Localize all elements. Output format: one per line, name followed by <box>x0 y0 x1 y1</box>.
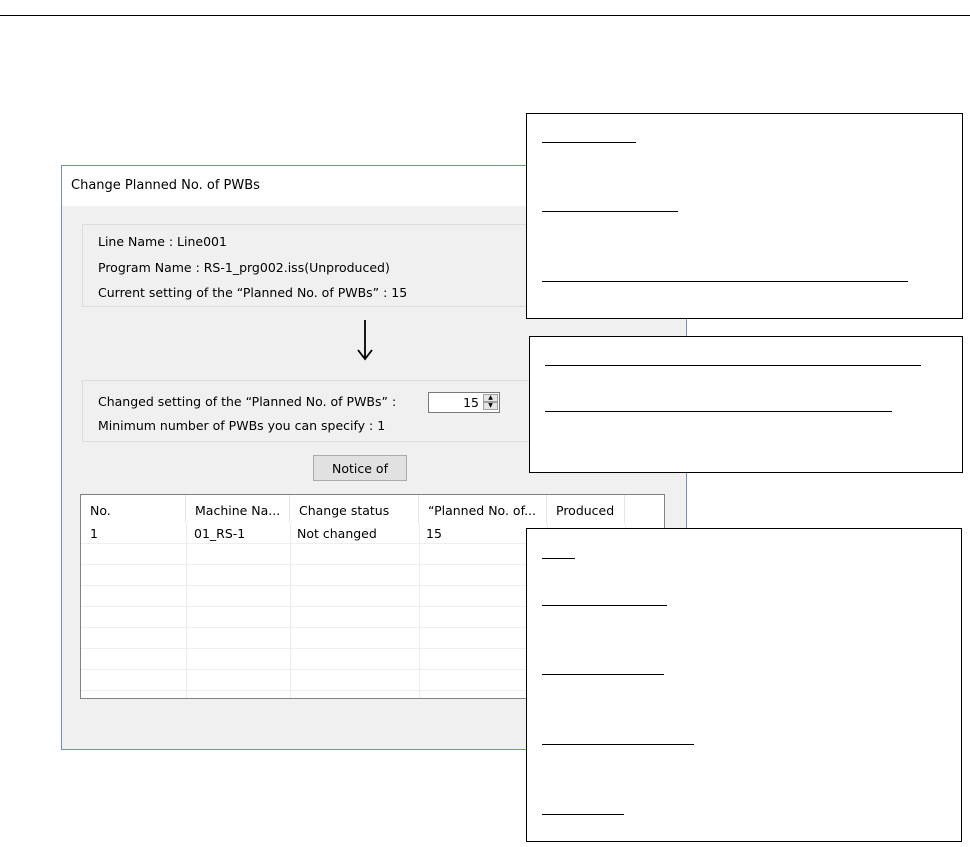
line-name-label: Line Name : Line001 <box>98 234 227 249</box>
callout-underline <box>542 605 667 606</box>
callout-underline <box>542 674 664 675</box>
column-header-produced[interactable]: Produced <box>547 495 625 523</box>
callout-underline <box>545 365 921 366</box>
callout-underline <box>542 142 636 143</box>
spin-down-icon[interactable]: ▼ <box>483 402 498 410</box>
changed-setting-label: Changed setting of the “Planned No. of P… <box>98 394 397 409</box>
dialog-title: Change Planned No. of PWBs <box>71 178 260 193</box>
column-header-change-status[interactable]: Change status <box>290 495 419 523</box>
cell-planned-no: 15 <box>426 526 442 541</box>
callout-box-change <box>529 336 963 473</box>
cell-machine-name: 01_RS-1 <box>194 526 246 541</box>
cell-change-status: Not changed <box>297 526 377 541</box>
callout-underline <box>542 558 575 559</box>
callout-underline <box>542 744 694 745</box>
column-header-machine-name[interactable]: Machine Na... <box>186 495 290 523</box>
column-header-planned-no[interactable]: “Planned No. of... <box>419 495 547 523</box>
callout-underline <box>545 411 892 412</box>
minimum-pwbs-label: Minimum number of PWBs you can specify :… <box>98 418 386 433</box>
callout-box-table <box>526 528 962 842</box>
page-top-rule <box>0 15 970 16</box>
spin-up-icon[interactable]: ▲ <box>483 394 498 402</box>
callout-underline <box>542 281 908 282</box>
program-name-label: Program Name : RS-1_prg002.iss(Unproduce… <box>98 260 390 275</box>
callout-underline <box>542 211 678 212</box>
notice-of-button[interactable]: Notice of <box>313 455 407 481</box>
cell-no: 1 <box>90 526 98 541</box>
callout-box-info <box>526 113 963 319</box>
column-header-no[interactable]: No. <box>81 495 186 523</box>
current-setting-label: Current setting of the “Planned No. of P… <box>98 285 408 300</box>
arrow-down-icon <box>357 320 373 361</box>
callout-underline <box>542 814 624 815</box>
planned-pwbs-stepper[interactable]: 15 ▲ ▼ <box>428 392 500 413</box>
planned-pwbs-value[interactable]: 15 <box>463 395 479 410</box>
